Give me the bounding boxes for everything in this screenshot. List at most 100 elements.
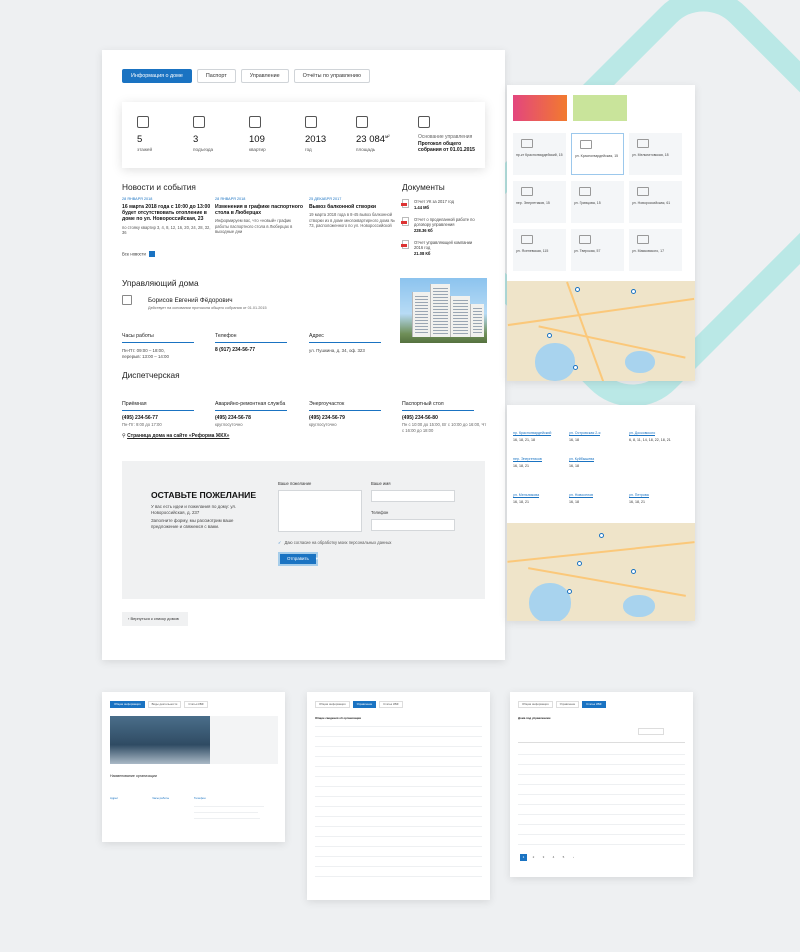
news-title[interactable]: Изменения в графике паспортного стола в … xyxy=(215,204,305,216)
house-card[interactable]: ул. Новороссийская, 61 xyxy=(629,181,682,223)
stat-value: 3 xyxy=(193,134,199,145)
manager-phone: Телефон 8 (917) 234-56-77 xyxy=(215,324,300,354)
name-input[interactable] xyxy=(371,490,455,502)
address-group[interactable]: ул. Петрова 16, 18, 21 xyxy=(629,493,649,505)
table-row xyxy=(315,796,482,797)
page-button[interactable]: 4 xyxy=(550,854,557,861)
map-pin-icon[interactable] xyxy=(631,289,636,294)
house-card[interactable]: ул. Красногвардейская, 15 xyxy=(571,133,624,175)
map-pin-icon[interactable] xyxy=(577,561,582,566)
tab-kbf[interactable]: Статья КБФ xyxy=(379,701,403,708)
map-lake xyxy=(535,343,575,381)
document-title[interactable]: Отчет управляющей компании 2016 год xyxy=(414,240,482,250)
promo-banner[interactable] xyxy=(513,95,567,121)
map-lake xyxy=(623,595,655,617)
back-to-list-button[interactable]: ‹ Вернуться к списку домов xyxy=(122,612,188,626)
page-button[interactable]: 3 xyxy=(540,854,547,861)
feedback-form: ОСТАВЬТЕ ПОЖЕЛАНИЕ У вас есть идеи и пож… xyxy=(122,461,485,599)
tab-kbf[interactable]: Статья КБФ xyxy=(582,701,606,708)
next-page-icon[interactable]: › xyxy=(570,854,577,861)
map-pin-icon[interactable] xyxy=(573,365,578,370)
address-group[interactable]: пр. Красногвардейский 16, 18, 21, 18 xyxy=(513,431,552,443)
map-pin-icon[interactable] xyxy=(599,533,604,538)
consent-checkbox[interactable]: ✓ Даю согласие на обработку моих персонал… xyxy=(278,540,391,545)
houses-map[interactable] xyxy=(507,281,695,381)
tab-general[interactable]: Общая информация xyxy=(110,701,145,708)
news-item[interactable]: 25 ДЕКАБРЯ 2017 Вывоз балконной створки … xyxy=(309,197,399,228)
text-line xyxy=(194,818,260,819)
reform-link[interactable]: ⚲ Страница дома на сайте «Реформа ЖКХ» xyxy=(122,433,229,439)
dispatch-label: Паспортный стол xyxy=(402,401,474,411)
news-title[interactable]: 16 марта 2018 года с 10:00 до 13:00 буде… xyxy=(122,204,212,223)
house-card[interactable]: пер. Энергетиков, 15 xyxy=(513,181,566,223)
page-button[interactable]: 2 xyxy=(530,854,537,861)
map-pin-icon[interactable] xyxy=(567,589,572,594)
address-group[interactable]: ул. Новоселов 16, 18 xyxy=(569,493,593,505)
phone-input[interactable] xyxy=(371,519,455,531)
address-group[interactable]: ул. Досковского 6, 8, 11, 14, 18, 22, 18,… xyxy=(629,431,671,443)
map-lake xyxy=(529,583,571,621)
document-item[interactable]: Отчет УК за 2017 год 1.44 Мб xyxy=(401,199,482,210)
map-pin-icon[interactable] xyxy=(547,333,552,338)
dispatch-phone[interactable]: (495) 234-56-79 круглосуточно xyxy=(309,415,394,428)
dispatch-phone[interactable]: (495) 234-56-78 круглосуточно xyxy=(215,415,300,428)
house-card[interactable]: ул. Тверская, 57 xyxy=(571,229,624,271)
house-card[interactable]: ул. Гривцова, 15 xyxy=(571,181,624,223)
map-pin-icon[interactable] xyxy=(631,569,636,574)
tab-activities[interactable]: Виды деятельности xyxy=(147,701,182,708)
house-card[interactable]: пр-кт Красногвардейский, 15 xyxy=(513,133,566,175)
all-news-label: Все новости xyxy=(122,251,146,257)
tab-reports[interactable]: Отчёты по управлению xyxy=(293,69,370,83)
tab-management[interactable]: Управление xyxy=(555,701,580,708)
tab-management[interactable]: Управление xyxy=(352,701,377,708)
tab-house-info[interactable]: Информация о доме xyxy=(122,69,192,83)
key-icon xyxy=(249,116,265,128)
stat-label: квартир xyxy=(249,147,266,152)
house-card[interactable]: ул. Маяковского, 17 xyxy=(629,229,682,271)
pdf-icon xyxy=(401,240,409,249)
tab-general[interactable]: Общая информация xyxy=(518,701,553,708)
phone-value[interactable]: 8 (917) 234-56-77 xyxy=(215,347,300,354)
document-title[interactable]: Отчет о проделанной работе по договору у… xyxy=(414,217,482,227)
page-button[interactable]: 5 xyxy=(560,854,567,861)
chevron-down-icon: ▾ xyxy=(315,556,318,561)
tab-general[interactable]: Общая информация xyxy=(315,701,350,708)
document-title[interactable]: Отчет УК за 2017 год xyxy=(414,199,482,204)
document-item[interactable]: Отчет о проделанной работе по договору у… xyxy=(401,217,482,233)
news-title[interactable]: Вывоз балконной створки xyxy=(309,204,399,210)
address-group[interactable]: ул. Мельникова 16, 18, 21 xyxy=(513,493,540,505)
house-card-address: ул. Новороссийская, 61 xyxy=(632,201,671,205)
news-item[interactable]: 28 ЯНВАРЯ 2018 16 марта 2018 года с 10:0… xyxy=(122,197,212,235)
address-group[interactable]: пер. Энергетиков 16, 18, 21 xyxy=(513,457,542,469)
address-label: Адрес xyxy=(309,333,381,343)
checkmark-icon: ✓ xyxy=(278,540,282,545)
wish-textarea[interactable] xyxy=(278,490,362,532)
tab-passport[interactable]: Паспорт xyxy=(196,69,236,83)
dispatch-phone[interactable]: (495) 234-56-77 Пн-Пт: 9:00 до 17:00 xyxy=(122,415,207,428)
house-card[interactable]: ул. Ясеневская, 115 xyxy=(513,229,566,271)
tab-kbf[interactable]: Статья КБФ xyxy=(184,701,208,708)
pdf-icon xyxy=(401,217,409,226)
news-item[interactable]: 28 ЯНВАРЯ 2018 Изменения в графике паспо… xyxy=(215,197,305,234)
addresses-map[interactable] xyxy=(507,523,695,621)
all-news-link[interactable]: Все новости xyxy=(122,251,155,257)
sort-select[interactable] xyxy=(638,728,664,735)
address-group[interactable]: ул. Куйбышева 16, 18 xyxy=(569,457,595,469)
tab-management[interactable]: Управление xyxy=(240,69,289,83)
send-button[interactable]: Отправить ▾ xyxy=(278,552,318,566)
document-item[interactable]: Отчет управляющей компании 2016 год 21.0… xyxy=(401,240,482,256)
pagination: 1 2 3 4 5 › xyxy=(520,854,577,861)
addresses-list-page: пр. Красногвардейский 16, 18, 21, 18 ул. … xyxy=(507,405,695,621)
manager-avatar-icon xyxy=(122,295,132,305)
text-line xyxy=(194,812,258,813)
stat-label: Основание управления xyxy=(418,134,473,140)
org-details-page: Общая информация Управление Статья КБФ О… xyxy=(307,692,490,900)
promo-banner[interactable] xyxy=(573,95,627,121)
house-card[interactable]: ул. Мельнитовская, 18 xyxy=(629,133,682,175)
page-button[interactable]: 1 xyxy=(520,854,527,861)
map-pin-icon[interactable] xyxy=(575,287,580,292)
address-group[interactable]: ул. Островская 2-я 16, 18 xyxy=(569,431,601,443)
house-card-address: ул. Маяковского, 17 xyxy=(632,249,665,253)
dispatch-phone[interactable]: (495) 234-56-80 Пн с 10:00 до 15:00, Вт с… xyxy=(402,415,487,435)
table-header-row xyxy=(518,742,685,743)
